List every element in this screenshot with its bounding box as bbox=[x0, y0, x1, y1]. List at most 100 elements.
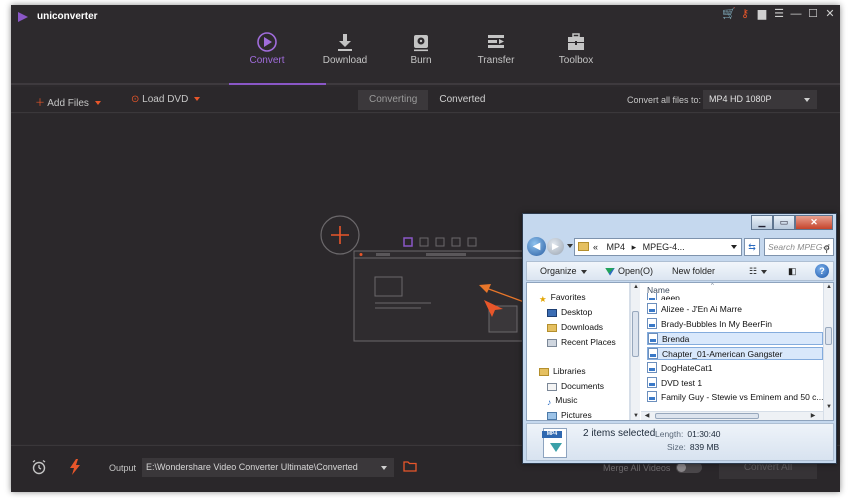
nav-favorites[interactable]: ★ Favorites bbox=[539, 292, 586, 304]
path-overflow[interactable]: « bbox=[593, 242, 598, 252]
nav-libraries[interactable]: Libraries bbox=[539, 366, 586, 376]
chevron-down-icon bbox=[761, 269, 768, 274]
nav-pictures[interactable]: Pictures bbox=[547, 410, 592, 420]
nav-music[interactable]: ♪ Music bbox=[547, 395, 577, 407]
breadcrumb-mp4[interactable]: MP4 bbox=[607, 242, 626, 252]
browser-panes: ★ Favorites Desktop Downloads Recent Plac… bbox=[526, 282, 834, 421]
nav-toolbox[interactable]: Toolbox bbox=[539, 27, 613, 85]
nav-transfer[interactable]: Transfer bbox=[459, 27, 533, 85]
file-list-scrollbar[interactable]: ▲ ▼ bbox=[823, 283, 833, 420]
lightning-icon[interactable] bbox=[69, 459, 81, 475]
minimize-icon[interactable]: ▁ bbox=[751, 215, 773, 230]
file-list: ^ Name aeep Alizee - J'En Ai Marre Brady… bbox=[641, 283, 823, 420]
address-row: ◀ ▶ « MP4 ▸ MPEG-4... ⇆ Search MPEG-4 ..… bbox=[526, 236, 834, 268]
add-files-dropdown-icon[interactable] bbox=[94, 101, 101, 106]
list-item[interactable]: aeep bbox=[647, 293, 823, 300]
back-arrow-icon[interactable]: ◀ bbox=[527, 237, 546, 256]
music-icon: ♪ bbox=[547, 396, 552, 407]
toolbox-icon bbox=[568, 33, 584, 50]
breadcrumb-mpeg4[interactable]: MPEG-4... bbox=[643, 242, 685, 252]
nav-documents[interactable]: Documents bbox=[547, 381, 604, 391]
scroll-down-icon[interactable]: ▼ bbox=[825, 404, 833, 410]
file-type-badge: MP4 bbox=[542, 431, 562, 438]
address-bar[interactable]: « MP4 ▸ MPEG-4... bbox=[574, 238, 742, 256]
horizontal-scrollbar[interactable]: ◀ ▶ bbox=[641, 411, 823, 420]
key-icon[interactable]: ⚷ bbox=[739, 8, 751, 21]
scroll-up-icon[interactable]: ▲ bbox=[825, 284, 833, 290]
load-dvd-button[interactable]: ⊙ Load DVD bbox=[131, 94, 201, 105]
file-name: Family Guy - Stewie vs Eminem and 50 c..… bbox=[661, 392, 823, 402]
nav-toolbox-label: Toolbox bbox=[558, 55, 594, 66]
preview-pane-icon[interactable]: ◧ bbox=[788, 266, 797, 277]
list-item[interactable]: Brady-Bubbles In My BeerFin bbox=[647, 318, 823, 331]
alarm-clock-icon[interactable] bbox=[31, 459, 47, 475]
chevron-down-icon[interactable] bbox=[731, 245, 737, 249]
details-pane: MP4 2 items selected Length: 01:30:40 Siz… bbox=[526, 423, 834, 461]
file-name: Alizee - J'En Ai Marre bbox=[661, 304, 742, 314]
nav-desktop[interactable]: Desktop bbox=[547, 307, 592, 317]
load-dvd-label: Load DVD bbox=[142, 94, 189, 105]
output-path-select[interactable]: E:\Wondershare Video Converter Ultimate\… bbox=[142, 458, 394, 477]
burn-icon bbox=[414, 35, 428, 52]
file-name: Chapter_01-American Gangster bbox=[662, 349, 783, 359]
forward-arrow-icon[interactable]: ▶ bbox=[547, 238, 564, 255]
nav-pane-scrollbar[interactable]: ▲ ▼ bbox=[630, 283, 640, 420]
list-item[interactable]: DVD test 1 bbox=[647, 377, 823, 390]
new-folder-button[interactable]: New folder bbox=[672, 266, 715, 276]
video-file-icon bbox=[647, 377, 657, 389]
scrollbar-thumb[interactable] bbox=[655, 413, 759, 419]
list-item[interactable]: Family Guy - Stewie vs Eminem and 50 c..… bbox=[647, 391, 823, 404]
organize-button[interactable]: Organize bbox=[540, 266, 587, 276]
disc-icon: ⊙ bbox=[131, 94, 140, 105]
output-path-value: E:\Wondershare Video Converter Ultimate\… bbox=[146, 462, 358, 472]
list-item[interactable]: DogHateCat1 bbox=[647, 362, 823, 375]
tab-converting[interactable]: Converting bbox=[358, 90, 429, 110]
nav-convert[interactable]: Convert bbox=[230, 27, 304, 85]
app-title: uniconverter bbox=[37, 11, 98, 22]
recent-locations-dropdown-icon[interactable] bbox=[567, 244, 573, 248]
list-item-selected[interactable]: Chapter_01-American Gangster bbox=[647, 347, 823, 360]
scroll-down-icon[interactable]: ▼ bbox=[632, 413, 640, 419]
scrollbar-thumb[interactable] bbox=[825, 327, 832, 345]
command-bar: Organize Open(O) New folder ☷ ◧ ? bbox=[526, 261, 834, 281]
nav-download[interactable]: Download bbox=[308, 27, 382, 85]
nav-libraries-label: Libraries bbox=[553, 366, 586, 376]
plus-icon: ＋ bbox=[35, 98, 45, 109]
cart-icon[interactable]: 🛒 bbox=[722, 8, 736, 21]
close-icon[interactable]: ✕ bbox=[795, 215, 833, 230]
refresh-icon[interactable]: ⇆ bbox=[744, 238, 760, 256]
minimize-icon[interactable]: — bbox=[790, 8, 802, 21]
output-label: Output bbox=[109, 463, 137, 473]
search-input[interactable]: Search MPEG-4 ... ⚲ bbox=[764, 238, 834, 268]
list-item-selected[interactable]: Brenda bbox=[647, 332, 823, 345]
add-files-label: Add Files bbox=[47, 98, 89, 109]
length-info: Length: 01:30:40 bbox=[655, 429, 720, 439]
scroll-left-icon[interactable]: ◀ bbox=[643, 412, 651, 419]
file-name: Brenda bbox=[662, 334, 690, 344]
output-format-select[interactable]: MP4 HD 1080P bbox=[703, 90, 817, 109]
maximize-icon[interactable]: ▭ bbox=[773, 215, 795, 230]
open-button[interactable]: Open(O) bbox=[605, 266, 653, 276]
scroll-up-icon[interactable]: ▲ bbox=[632, 284, 640, 290]
nav-downloads[interactable]: Downloads bbox=[547, 322, 603, 332]
nav-burn[interactable]: Burn bbox=[384, 27, 458, 85]
tab-converted[interactable]: Converted bbox=[428, 90, 497, 110]
close-icon[interactable]: ✕ bbox=[824, 8, 836, 21]
menu-icon[interactable]: ☰ bbox=[773, 8, 785, 21]
nav-recent-places[interactable]: Recent Places bbox=[547, 337, 616, 347]
scroll-right-icon[interactable]: ▶ bbox=[809, 412, 817, 419]
convert-icon bbox=[257, 32, 277, 52]
video-file-icon bbox=[648, 333, 658, 345]
add-files-button[interactable]: ＋ Add Files bbox=[35, 94, 101, 109]
folder-icon[interactable] bbox=[403, 460, 417, 472]
maximize-icon[interactable]: ☐ bbox=[807, 8, 819, 21]
list-item[interactable]: Alizee - J'En Ai Marre bbox=[647, 303, 823, 316]
load-dvd-dropdown-icon[interactable] bbox=[194, 97, 201, 102]
nav-pictures-label: Pictures bbox=[561, 410, 592, 420]
file-name: Brady-Bubbles In My BeerFin bbox=[661, 319, 773, 329]
view-options-button[interactable]: ☷ bbox=[749, 266, 768, 277]
scrollbar-thumb[interactable] bbox=[632, 311, 639, 357]
message-icon[interactable]: ▆ bbox=[756, 8, 768, 21]
help-icon[interactable]: ? bbox=[815, 264, 829, 278]
add-file-plus-icon[interactable] bbox=[320, 215, 360, 255]
